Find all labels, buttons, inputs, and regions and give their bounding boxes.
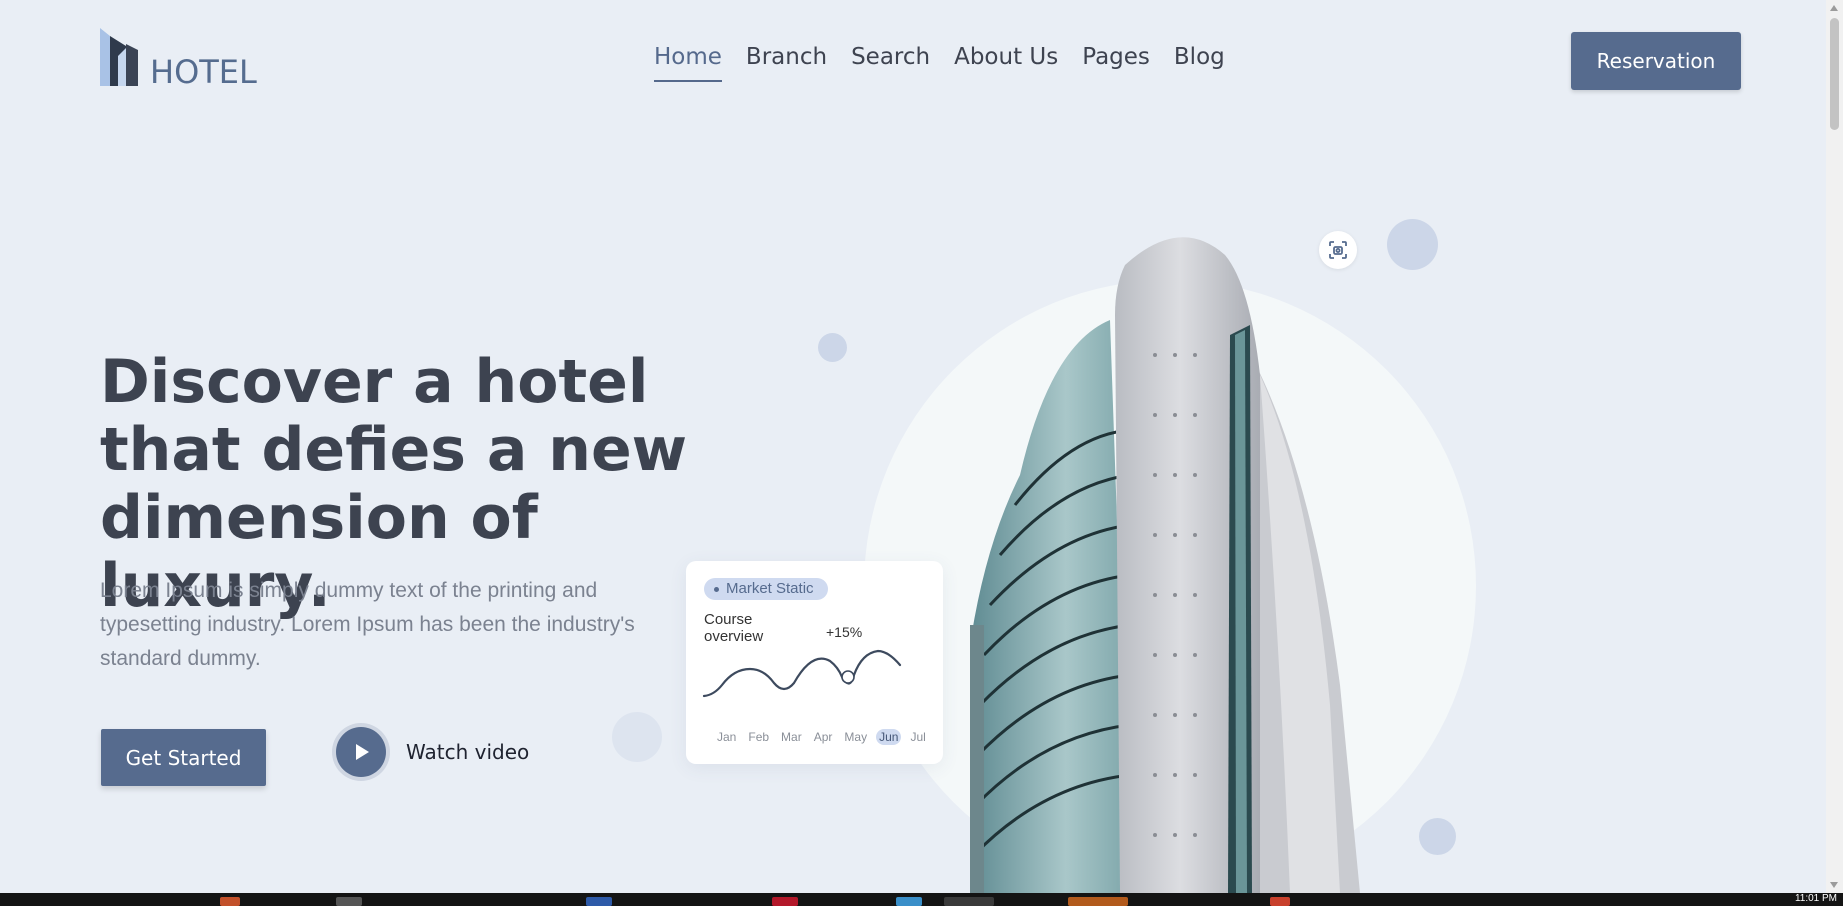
market-stat-card: Market Static Course overview +15% Jan F… [686,561,943,764]
decor-dot [612,712,662,762]
month-label: Mar [781,730,802,744]
hero-description: Lorem Ipsum is simply dummy text of the … [100,579,635,670]
hero-title-line: that defies a new [100,415,688,485]
taskbar-app-icon[interactable] [944,897,994,906]
taskbar-app-icon[interactable] [896,897,922,906]
taskbar-app-icon[interactable] [1068,897,1128,906]
watch-video-button[interactable]: Watch video [336,727,529,777]
decor-dot [1387,219,1438,270]
taskbar-app-icon[interactable] [772,897,798,906]
trend-line-graphic [702,649,902,698]
course-overview-heading: Course overview [704,611,764,645]
taskbar-app-icon[interactable] [336,897,362,906]
brand-name: HOTEL [150,53,257,91]
scroll-down-arrow-icon[interactable] [1830,882,1838,888]
month-label: Jan [717,730,737,744]
hotel-building-logo-icon [100,26,140,86]
nav-pages[interactable]: Pages [1082,44,1150,70]
page-scrollbar[interactable] [1826,0,1843,893]
nav-search[interactable]: Search [851,44,930,70]
nav-home[interactable]: Home [654,44,722,82]
landing-page: HOTEL Home Branch Search About Us Pages … [0,0,1826,893]
month-label: Feb [748,730,770,744]
brand-logo[interactable]: HOTEL [100,26,257,91]
growth-percentage: +15% [826,624,863,640]
os-taskbar: 11:01 PM [0,893,1843,906]
nav-branch[interactable]: Branch [746,44,827,70]
nav-blog[interactable]: Blog [1174,44,1225,70]
decor-dot [1419,818,1456,855]
reservation-button[interactable]: Reservation [1571,32,1741,90]
month-axis: Jan Feb Mar Apr May Jun Jul [714,729,929,745]
watch-video-label: Watch video [406,740,530,764]
month-label: May [844,730,868,744]
main-navigation: Home Branch Search About Us Pages Blog [654,44,1225,82]
taskbar-app-icon[interactable] [220,897,240,906]
hotel-building-image [960,225,1370,893]
nav-about-us[interactable]: About Us [954,44,1058,70]
get-started-button[interactable]: Get Started [101,729,266,786]
taskbar-clock: 11:01 PM [1794,893,1837,904]
taskbar-app-icon[interactable] [1270,897,1290,906]
month-label: Apr [813,730,833,744]
market-static-badge: Market Static [704,578,828,600]
scroll-up-arrow-icon[interactable] [1830,5,1838,11]
month-label: Jul [910,730,926,744]
hero-title-line: Discover a hotel [100,347,649,417]
month-label-selected[interactable]: Jun [876,729,902,745]
taskbar-app-icon[interactable] [586,897,612,906]
decor-dot [818,333,847,362]
scan-icon[interactable] [1319,231,1357,269]
play-icon[interactable] [336,727,386,777]
scroll-thumb[interactable] [1830,18,1839,130]
